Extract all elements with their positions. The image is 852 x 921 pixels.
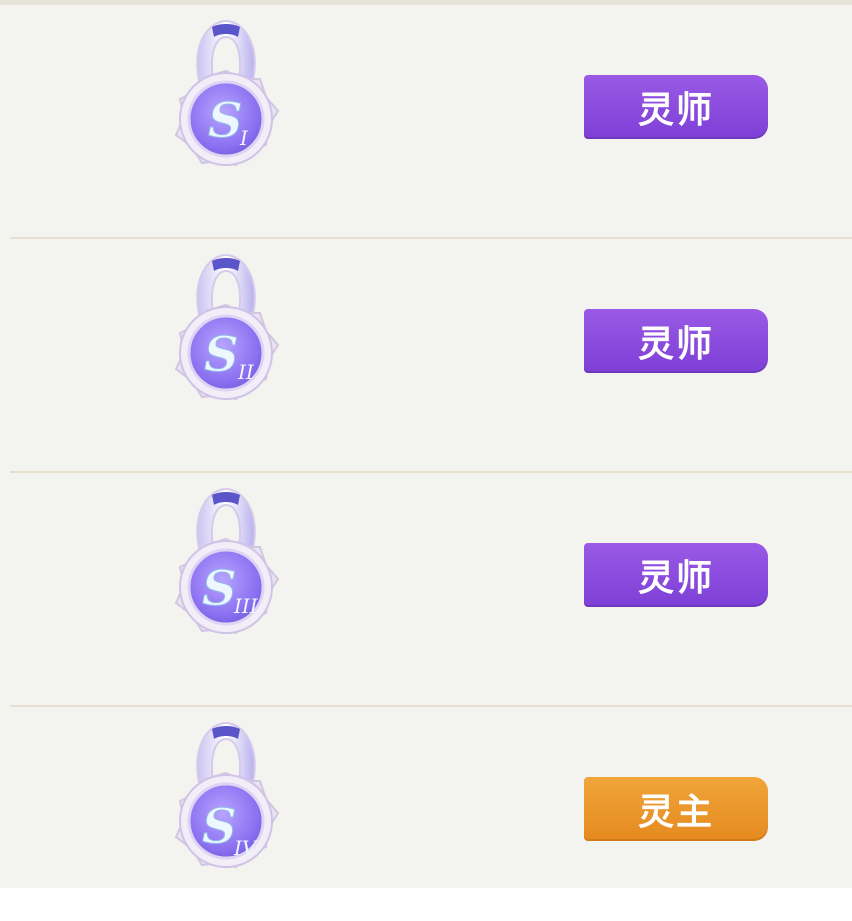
medal-letter: S [208,93,243,149]
rank-title-badge: 灵师 [584,543,768,607]
medal-letter: S [204,327,239,383]
rank-title-text: 灵师 [637,324,714,365]
medal-numeral: I [239,126,249,150]
medal-numeral: II [237,360,255,384]
rank-medal-icon: S II [150,247,302,447]
rank-row[interactable]: S IV 灵主 [0,707,852,888]
rank-medal-icon: S I [150,13,302,213]
rank-medal-icon: S IV [150,715,302,875]
rank-title-text: 灵师 [637,558,714,599]
rank-title-badge: 灵师 [584,75,768,139]
rank-title-text: 灵主 [637,792,714,833]
rank-row[interactable]: S III 灵师 [0,473,852,707]
medal-letter: S [202,561,237,617]
medal-numeral: IV [233,836,259,860]
rank-list-panel: S I 灵师 S II 灵师 S III 灵师 S IV 灵主 [0,0,852,888]
rank-row[interactable]: S II 灵师 [0,239,852,473]
rank-row[interactable]: S I 灵师 [0,5,852,239]
rank-title-badge: 灵师 [584,309,768,373]
rank-medal-icon: S III [150,481,302,681]
medal-numeral: III [233,594,259,618]
rank-title-text: 灵师 [637,90,714,131]
rank-title-badge: 灵主 [584,777,768,841]
medal-letter: S [202,799,237,855]
